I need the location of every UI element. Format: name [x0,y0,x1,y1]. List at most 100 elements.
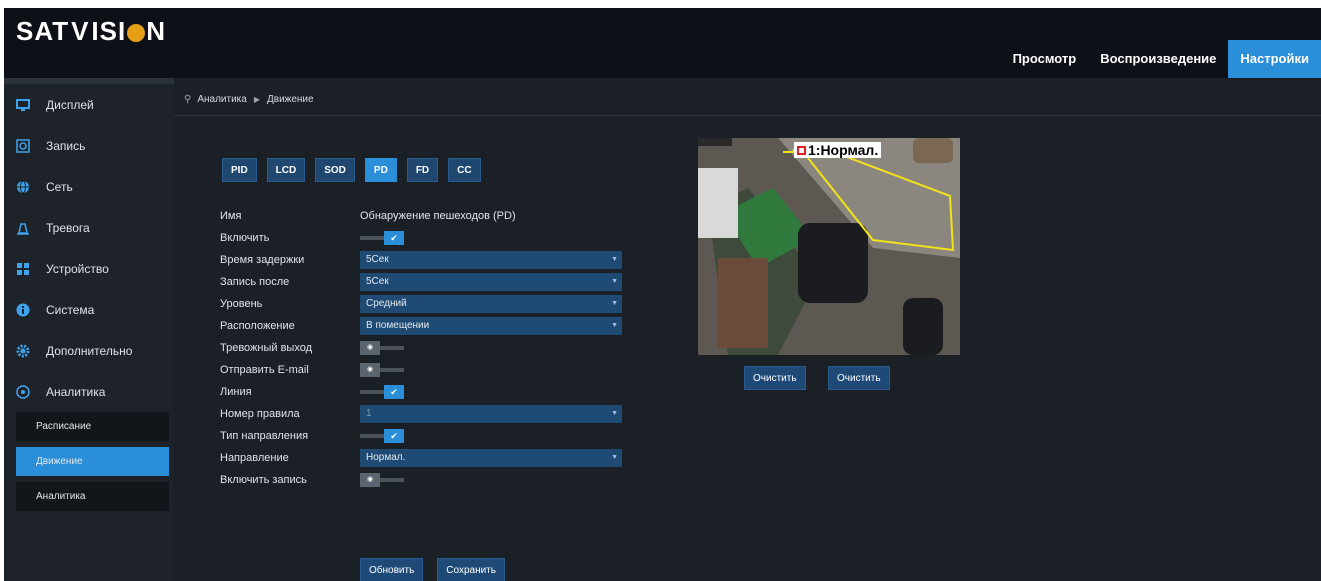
rule-label: Номер правила [220,408,300,420]
check-icon: ✔ [384,385,404,399]
pd-settings-form: Имя Обнаружение пешеходов (PD) Включить … [220,205,622,491]
enable-toggle[interactable]: ✔ [360,231,404,245]
form-actions: Обновить Сохранить [360,558,519,581]
sidebar-subitem-analytics[interactable]: Аналитика [16,482,169,511]
clear-button-1[interactable]: Очистить [744,366,806,390]
off-circle-icon: ◉ [360,363,380,377]
check-icon: ✔ [384,231,404,245]
camera-preview[interactable]: 1:Нормал. [698,138,960,355]
off-circle-icon: ◉ [360,473,380,487]
direction-label: Направление [220,452,289,464]
location-select-value: В помещении [366,320,430,331]
caret-down-icon: ▼ [611,410,618,417]
record-after-select[interactable]: 5Сек ▼ [360,273,622,291]
form-row-enable: Включить ✔ [220,227,622,249]
sidebar-item-analytics[interactable]: Аналитика [4,371,174,412]
location-select[interactable]: В помещении ▼ [360,317,622,335]
sidebar-item-device[interactable]: Устройство [4,248,174,289]
tab-pd[interactable]: PD [364,158,397,182]
sidebar-item-system[interactable]: Система [4,289,174,330]
save-button[interactable]: Сохранить [437,558,505,581]
delay-select[interactable]: 5Сек ▼ [360,251,622,269]
alarm-icon [16,221,30,235]
tab-fd[interactable]: FD [406,158,439,182]
osd-rule-label: 1:Нормал. [794,142,882,158]
sidebar-item-network[interactable]: Сеть [4,166,174,207]
device-icon [16,262,30,276]
sidebar: Дисплей Запись Сеть Тревога Устройство С… [4,78,174,581]
sidebar-subitem-motion[interactable]: Движение [16,447,169,476]
direction-type-label: Тип направления [220,430,309,442]
nav-tab-playback[interactable]: Воспроизведение [1088,40,1228,78]
top-header: SATVISI N Просмотр Воспроизведение Настро… [4,8,1321,78]
red-square-icon [797,146,806,155]
sidebar-item-label: Система [46,302,95,317]
tab-lcd[interactable]: LCD [266,158,306,182]
monitor-icon [16,98,30,112]
sidebar-item-label: Тревога [46,220,90,235]
caret-down-icon: ▼ [611,322,618,329]
location-label: Расположение [220,320,295,332]
form-row-direction: Направление Нормал. ▼ [220,447,622,469]
enable-label: Включить [220,232,270,244]
sidebar-item-record[interactable]: Запись [4,125,174,166]
enable-record-label: Включить запись [220,474,307,486]
enable-record-toggle[interactable]: ◉ [360,473,404,487]
refresh-button[interactable]: Обновить [360,558,424,581]
alarm-out-toggle[interactable]: ◉ [360,341,404,355]
analytics-type-tabs: PID LCD SOD PD FD CC [222,158,491,182]
level-select[interactable]: Средний ▼ [360,295,622,313]
sidebar-item-display[interactable]: Дисплей [4,84,174,125]
caret-down-icon: ▼ [611,278,618,285]
email-label: Отправить E-mail [220,364,309,376]
record-after-select-value: 5Сек [366,276,389,287]
delay-select-value: 5Сек [366,254,389,265]
name-value: Обнаружение пешеходов (PD) [360,210,516,222]
form-row-name: Имя Обнаружение пешеходов (PD) [220,205,622,227]
form-row-level: Уровень Средний ▼ [220,293,622,315]
breadcrumb-section[interactable]: Аналитика [197,94,247,105]
breadcrumb: ⚲ Аналитика ▶ Движение [174,84,1321,116]
line-toggle[interactable]: ✔ [360,385,404,399]
main-panel: ⚲ Аналитика ▶ Движение PID LCD SOD PD FD… [174,78,1321,581]
breadcrumb-arrow-icon: ▶ [253,95,260,104]
record-after-label: Запись после [220,276,290,288]
globe-icon [16,180,30,194]
nav-tab-live-view[interactable]: Просмотр [1001,40,1089,78]
tab-cc[interactable]: CC [448,158,481,182]
form-row-direction-type: Тип направления ✔ [220,425,622,447]
sidebar-item-label: Запись [46,138,86,153]
sidebar-item-label: Дополнительно [46,343,133,358]
sidebar-item-advanced[interactable]: Дополнительно [4,330,174,371]
sidebar-item-label: Устройство [46,261,109,276]
rule-select-value: 1 [366,408,372,419]
form-row-email: Отправить E-mail ◉ [220,359,622,381]
nav-tab-settings[interactable]: Настройки [1228,40,1321,78]
name-label: Имя [220,210,242,222]
caret-down-icon: ▼ [611,454,618,461]
sidebar-subitem-schedule[interactable]: Расписание [16,412,169,441]
tab-sod[interactable]: SOD [315,158,355,182]
brand-logo: SATVISI N [16,16,166,46]
tab-pid[interactable]: PID [222,158,257,182]
line-label: Линия [220,386,252,398]
sidebar-item-alarm[interactable]: Тревога [4,207,174,248]
form-row-alarm-out: Тревожный выход ◉ [220,337,622,359]
gear-icon [16,344,30,358]
sidebar-item-label: Сеть [46,179,73,194]
form-row-delay: Время задержки 5Сек ▼ [220,249,622,271]
camera-snapshot-image [698,138,960,355]
info-icon [16,303,30,317]
sidebar-item-label: Аналитика [46,384,106,399]
record-icon [16,138,30,153]
form-row-line: Линия ✔ [220,381,622,403]
osd-rule-text: 1:Нормал. [808,142,879,158]
caret-down-icon: ▼ [611,256,618,263]
direction-type-toggle[interactable]: ✔ [360,429,404,443]
email-toggle[interactable]: ◉ [360,363,404,377]
clear-button-2[interactable]: Очистить [828,366,890,390]
rule-select[interactable]: 1 ▼ [360,405,622,423]
direction-select[interactable]: Нормал. ▼ [360,449,622,467]
direction-select-value: Нормал. [366,452,406,463]
form-row-enable-record: Включить запись ◉ [220,469,622,491]
